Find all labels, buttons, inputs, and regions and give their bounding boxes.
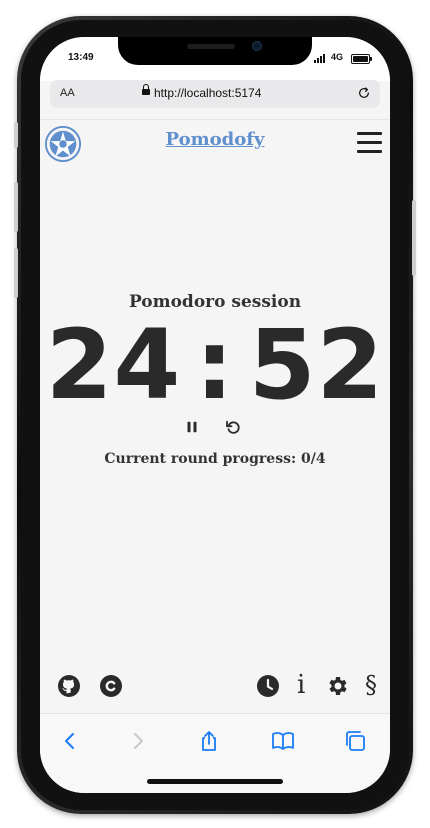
app-title-link[interactable]: Pomodofy — [40, 129, 390, 150]
header-divider — [40, 119, 390, 120]
info-icon[interactable]: i — [297, 671, 305, 699]
pause-icon[interactable] — [183, 418, 201, 436]
bookmarks-icon[interactable] — [271, 729, 295, 753]
network-type: 4G — [331, 52, 344, 62]
front-camera — [252, 41, 262, 51]
menu-icon[interactable] — [357, 132, 383, 154]
lock-icon — [142, 84, 150, 95]
copyright-icon[interactable] — [99, 674, 123, 698]
text-size-button[interactable]: AA — [60, 87, 75, 99]
gear-icon[interactable] — [326, 674, 350, 698]
volume-up-button — [14, 182, 18, 232]
share-icon[interactable] — [197, 729, 221, 753]
battery-icon — [351, 54, 372, 64]
reset-icon[interactable] — [224, 418, 242, 436]
forward-icon[interactable] — [126, 729, 150, 753]
clock-icon[interactable] — [256, 674, 280, 698]
back-icon[interactable] — [58, 729, 82, 753]
reload-icon[interactable] — [356, 85, 372, 101]
address-bar[interactable]: AA http://localhost:5174 — [50, 80, 380, 108]
home-indicator — [147, 779, 283, 784]
section-icon[interactable]: § — [365, 671, 377, 699]
power-button — [412, 200, 416, 276]
volume-down-button — [14, 248, 18, 298]
timer-display: 24:52 — [40, 310, 390, 420]
signal-icon — [314, 54, 328, 63]
timer-seconds: 52 — [248, 309, 385, 421]
url-text[interactable]: http://localhost:5174 — [154, 86, 261, 100]
round-progress: Current round progress: 0/4 — [104, 451, 326, 467]
phone-notch — [118, 37, 312, 65]
speaker-grille — [187, 44, 235, 49]
timer-separator: : — [195, 309, 235, 421]
tabs-icon[interactable] — [343, 729, 367, 753]
github-icon[interactable] — [57, 674, 81, 698]
side-button — [14, 122, 18, 148]
timer-minutes: 24 — [45, 309, 182, 421]
status-time: 13:49 — [68, 52, 94, 63]
phone-screen: 13:49 4G AA http://localhost:5174 Pomodo… — [40, 37, 390, 793]
